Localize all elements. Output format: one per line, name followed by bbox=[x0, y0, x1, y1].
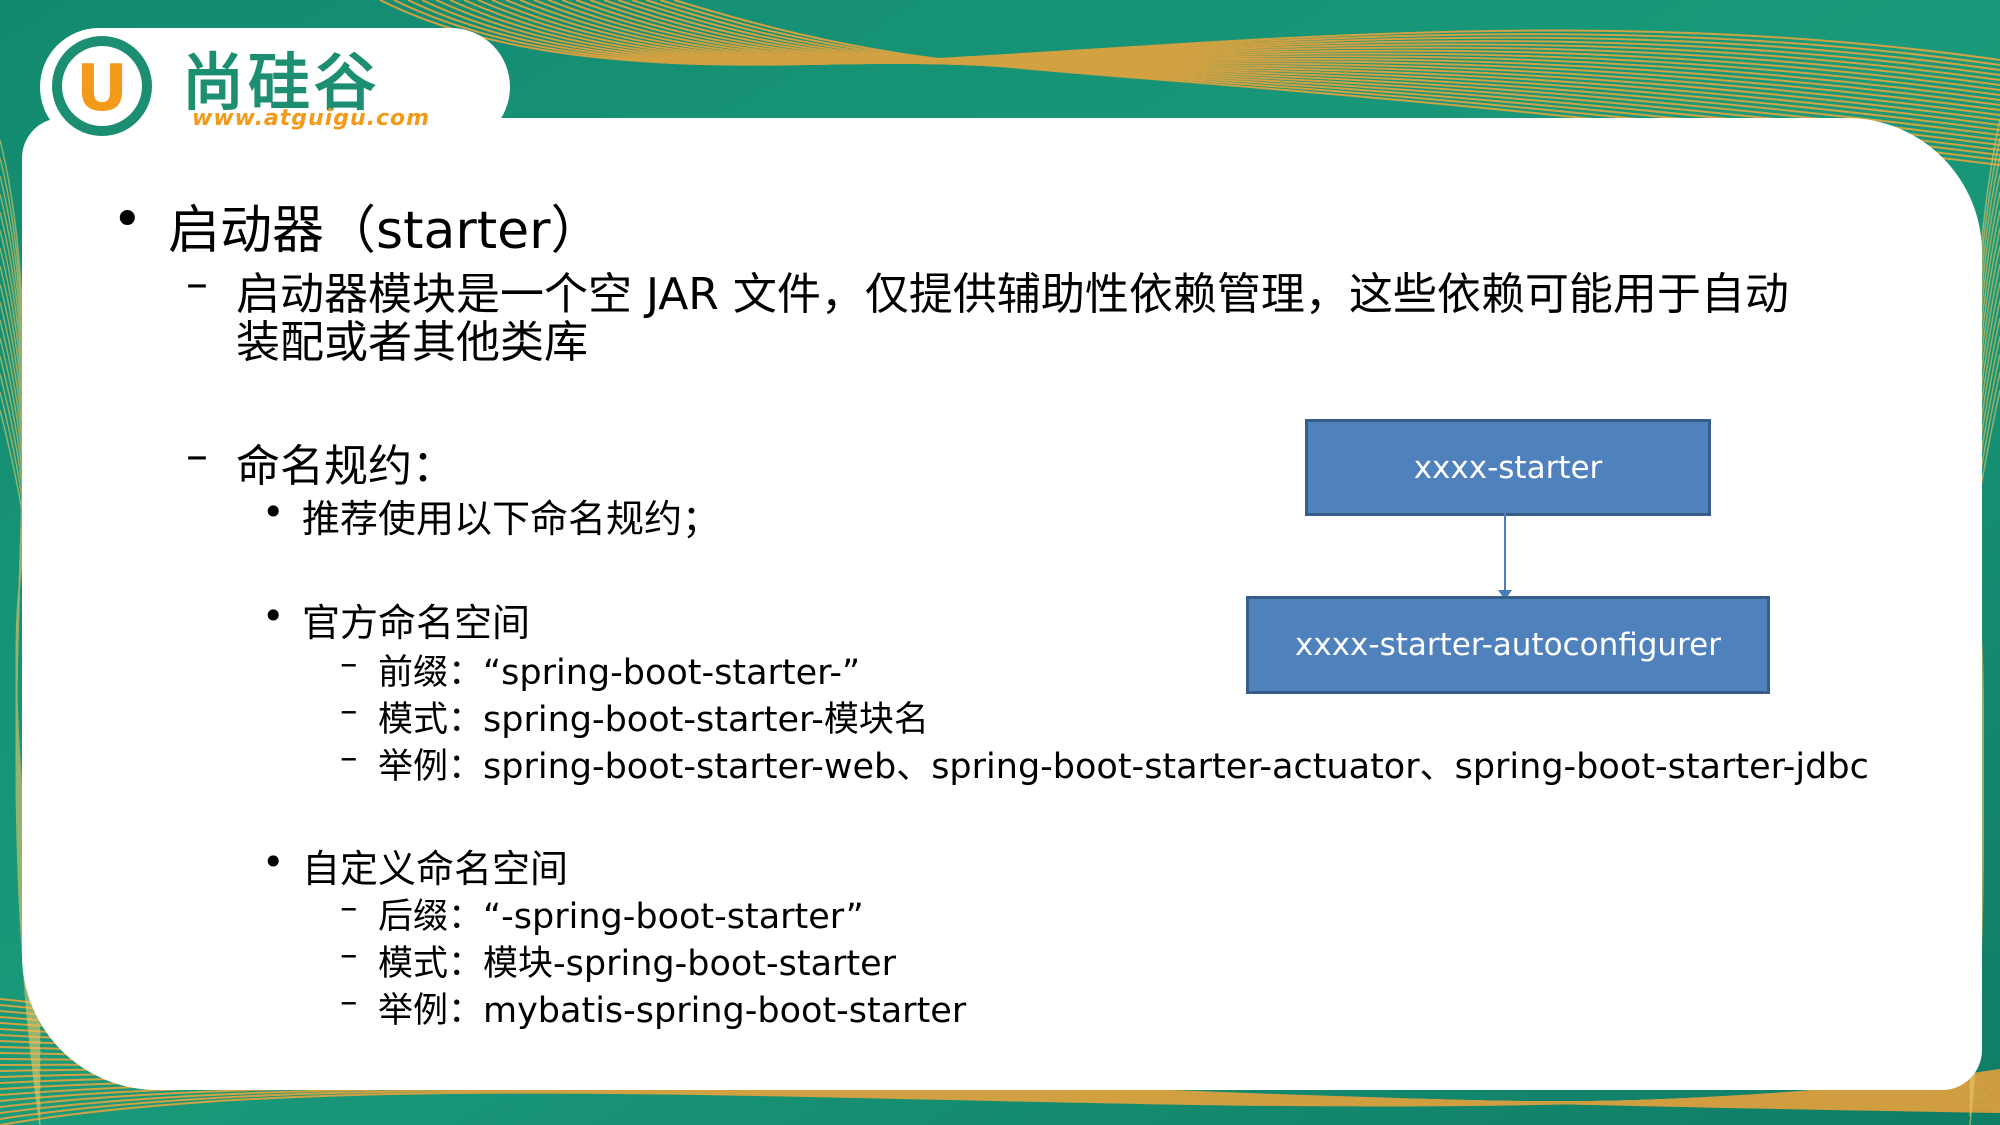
bullet-icon: • bbox=[262, 594, 285, 638]
naming-title: 命名规约： bbox=[236, 441, 456, 492]
custom-suffix: 后缀：“-spring-boot-starter” bbox=[378, 897, 864, 937]
dash-icon: – bbox=[340, 935, 358, 975]
dash-icon: – bbox=[340, 888, 358, 928]
atguigu-logo: U 尚硅谷 www.atguigu.com bbox=[40, 28, 520, 148]
custom-example: 举例：mybatis-spring-boot-starter bbox=[378, 991, 967, 1031]
dash-icon: – bbox=[340, 644, 358, 684]
custom-pattern: 模式：模块-spring-boot-starter bbox=[378, 944, 897, 984]
official-prefix: 前缀：“spring-boot-starter-” bbox=[378, 653, 861, 693]
bullet-icon: • bbox=[262, 490, 285, 534]
description-line-2: 装配或者其他类库 bbox=[236, 317, 588, 368]
official-title: 官方命名空间 bbox=[302, 601, 531, 645]
dash-icon: – bbox=[340, 691, 358, 731]
custom-title: 自定义命名空间 bbox=[302, 847, 569, 891]
official-example: 举例：spring-boot-starter-web、spring-boot-s… bbox=[378, 747, 1869, 787]
bullet-icon: • bbox=[112, 190, 143, 250]
bullet-icon: • bbox=[262, 840, 285, 884]
recommend-text: 推荐使用以下命名规约； bbox=[302, 497, 721, 541]
dash-icon: – bbox=[340, 738, 358, 778]
slide-heading: 启动器（starter） bbox=[168, 201, 603, 261]
autoconfigurer-box: xxxx-starter-autoconfigurer bbox=[1246, 596, 1770, 694]
logo-u-icon: U bbox=[52, 36, 152, 136]
official-pattern: 模式：spring-boot-starter-模块名 bbox=[378, 700, 929, 740]
starter-box: xxxx-starter bbox=[1305, 419, 1711, 516]
logo-letter: U bbox=[76, 52, 128, 126]
dash-icon: – bbox=[186, 258, 208, 309]
logo-url: www.atguigu.com bbox=[192, 106, 431, 131]
arrow-down-icon bbox=[1498, 512, 1512, 600]
dash-icon: – bbox=[186, 430, 208, 481]
dash-icon: – bbox=[340, 982, 358, 1022]
